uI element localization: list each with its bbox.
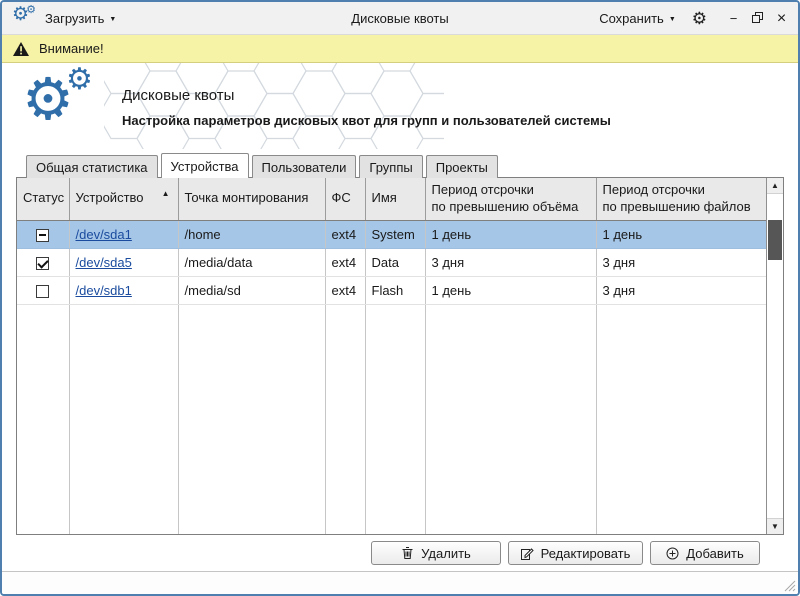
restore-icon	[752, 12, 763, 23]
warning-icon	[12, 41, 30, 57]
app-gears-icon: ⚙ ⚙	[12, 7, 36, 29]
column-header[interactable]: Статус	[17, 178, 69, 220]
table-cell: 3 дня	[596, 276, 766, 304]
load-menu-button[interactable]: Загрузить ▼	[45, 11, 116, 26]
plus-icon	[666, 547, 679, 560]
vertical-scrollbar[interactable]: ▲ ▼	[766, 178, 783, 534]
empty-cell	[69, 304, 178, 534]
tab-проекты[interactable]: Проекты	[426, 155, 498, 178]
devices-table: СтатусУстройство▲Точка монтированияФСИмя…	[16, 177, 784, 535]
tab-общая-статистика[interactable]: Общая статистика	[26, 155, 158, 178]
settings-gear-button[interactable]: ⚙	[692, 10, 707, 27]
device-link[interactable]: /dev/sda1	[76, 227, 132, 242]
empty-cell	[17, 304, 69, 534]
load-menu-label: Загрузить	[45, 11, 104, 26]
save-menu-button[interactable]: Сохранить ▼	[599, 11, 676, 26]
table-cell: /home	[178, 220, 325, 248]
table-cell: /media/data	[178, 248, 325, 276]
status-bar	[2, 571, 798, 594]
table-cell: 3 дня	[596, 248, 766, 276]
status-checkbox-checked[interactable]	[36, 257, 49, 270]
close-button[interactable]: ×	[775, 12, 788, 25]
table-row[interactable]: /dev/sda1/homeext4System1 день1 день	[17, 220, 766, 248]
table-row[interactable]: /dev/sdb1/media/sdext4Flash1 день3 дня	[17, 276, 766, 304]
sort-ascending-icon: ▲	[162, 189, 170, 199]
table-cell: ext4	[325, 220, 365, 248]
empty-cell	[325, 304, 365, 534]
table-cell: /media/sd	[178, 276, 325, 304]
gear-icon: ⚙	[26, 5, 36, 16]
table-cell: 1 день	[425, 276, 596, 304]
edit-button[interactable]: Редактировать	[508, 541, 643, 565]
scrollbar-track[interactable]	[767, 194, 783, 518]
edit-button-label: Редактировать	[541, 546, 631, 561]
maximize-button[interactable]	[751, 12, 764, 25]
status-checkbox-unchecked[interactable]	[36, 285, 49, 298]
titlebar: ⚙ ⚙ Загрузить ▼ Дисковые квоты Сохранить…	[2, 2, 798, 35]
table-cell: ext4	[325, 248, 365, 276]
column-header[interactable]: Период отсрочки по превышению объёма	[425, 178, 596, 220]
app-window: ⚙ ⚙ Загрузить ▼ Дисковые квоты Сохранить…	[0, 0, 800, 596]
device-link[interactable]: /dev/sda5	[76, 255, 132, 270]
page-title: Дисковые квоты	[122, 87, 611, 104]
add-button[interactable]: Добавить	[650, 541, 760, 565]
tab-bar: Общая статистикаУстройстваПользователиГр…	[2, 151, 798, 177]
device-link[interactable]: /dev/sdb1	[76, 283, 132, 298]
page-header: ⚙ ⚙ Дисковые квоты Настройка параметров …	[2, 63, 798, 151]
table-cell: 1 день	[596, 220, 766, 248]
warning-banner: Внимание!	[2, 35, 798, 63]
window-controls: − ×	[727, 12, 788, 25]
scroll-down-button[interactable]: ▼	[767, 518, 783, 534]
table-cell: ext4	[325, 276, 365, 304]
minimize-button[interactable]: −	[727, 12, 740, 25]
tab-группы[interactable]: Группы	[359, 155, 422, 178]
resize-grip[interactable]	[783, 579, 796, 592]
table-cell: 3 дня	[425, 248, 596, 276]
delete-button[interactable]: Удалить	[371, 541, 501, 565]
save-menu-label: Сохранить	[599, 11, 664, 26]
gears-illustration: ⚙ ⚙	[22, 69, 110, 145]
add-button-label: Добавить	[686, 546, 743, 561]
table-cell: Data	[365, 248, 425, 276]
table-cell: 1 день	[425, 220, 596, 248]
gear-icon: ⚙	[66, 65, 93, 95]
tab-пользователи[interactable]: Пользователи	[252, 155, 357, 178]
empty-cell	[425, 304, 596, 534]
empty-cell	[596, 304, 766, 534]
table-header-row: СтатусУстройство▲Точка монтированияФСИмя…	[17, 178, 766, 220]
empty-cell	[365, 304, 425, 534]
column-header[interactable]: Имя	[365, 178, 425, 220]
column-header[interactable]: Устройство▲	[69, 178, 178, 220]
scroll-up-button[interactable]: ▲	[767, 178, 783, 194]
column-header[interactable]: ФС	[325, 178, 365, 220]
column-header[interactable]: Точка монтирования	[178, 178, 325, 220]
tab-устройства[interactable]: Устройства	[161, 153, 249, 178]
status-checkbox-indeterminate[interactable]	[36, 229, 49, 242]
delete-button-label: Удалить	[421, 546, 471, 561]
column-header[interactable]: Период отсрочки по превышению файлов	[596, 178, 766, 220]
table-cell: System	[365, 220, 425, 248]
page-subtitle: Настройка параметров дисковых квот для г…	[122, 113, 611, 128]
empty-cell	[178, 304, 325, 534]
edit-pencil-icon	[521, 547, 534, 560]
table-cell: Flash	[365, 276, 425, 304]
action-bar: Удалить Редактировать Добавить	[2, 535, 798, 571]
warning-label: Внимание!	[39, 41, 104, 56]
trash-icon	[401, 546, 414, 560]
chevron-down-icon: ▼	[669, 16, 676, 23]
chevron-down-icon: ▼	[109, 16, 116, 23]
scrollbar-thumb[interactable]	[768, 220, 782, 260]
table-row[interactable]: /dev/sda5/media/dataext4Data3 дня3 дня	[17, 248, 766, 276]
